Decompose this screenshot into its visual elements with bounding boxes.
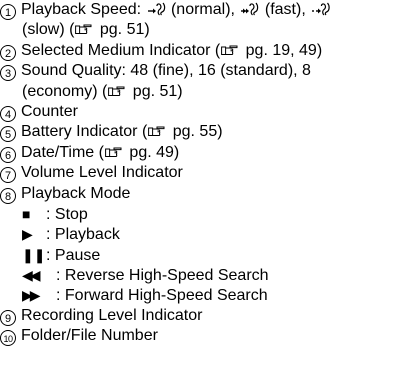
item-text: pg. 55) bbox=[168, 123, 223, 141]
pointing-hand-icon bbox=[221, 45, 238, 55]
playback-mode-label: : Stop bbox=[46, 205, 88, 223]
legend-list: 1 Playback Speed: (normal), (fast), (slow… bbox=[0, 0, 415, 347]
speed-fast-icon bbox=[241, 2, 259, 16]
legend-item-6: 6 Date/Time ( pg. 49) bbox=[0, 143, 415, 163]
item-text: (economy) ( bbox=[22, 82, 108, 100]
pointing-hand-icon bbox=[75, 24, 92, 35]
pointing-hand-icon bbox=[105, 147, 122, 157]
pause-icon: ❚❚ bbox=[22, 246, 46, 263]
legend-item-4: 4 Counter bbox=[0, 102, 415, 122]
legend-item-9: 9 Recording Level Indicator bbox=[0, 306, 415, 326]
playback-mode-label: : Playback bbox=[46, 226, 120, 244]
item-text: (slow) ( bbox=[22, 21, 75, 39]
legend-item-1-cont: (slow) ( pg. 51) bbox=[0, 20, 415, 40]
item-number: 8 bbox=[0, 187, 16, 204]
playback-mode-reverse: ◀◀ : Reverse High-Speed Search bbox=[0, 265, 415, 285]
playback-mode-play: ▶ : Playback bbox=[0, 224, 415, 244]
stop-icon: ■ bbox=[22, 205, 31, 222]
item-number: 9 bbox=[0, 309, 16, 326]
legend-item-10: 10 Folder/File Number bbox=[0, 326, 415, 347]
rewind-icon: ◀◀ bbox=[22, 267, 41, 284]
item-number: 10 bbox=[0, 330, 16, 347]
playback-mode-label: : Reverse High-Speed Search bbox=[56, 267, 269, 285]
item-text: Counter bbox=[21, 102, 78, 120]
legend-item-7: 7 Volume Level Indicator bbox=[0, 163, 415, 184]
item-text: pg. 49) bbox=[124, 143, 180, 161]
item-number: 6 bbox=[0, 146, 16, 163]
item-text: Date/Time ( bbox=[21, 143, 104, 161]
item-text: (normal), bbox=[166, 1, 240, 18]
speed-slow-icon bbox=[312, 2, 330, 16]
item-number: 7 bbox=[0, 167, 16, 184]
item-number: 4 bbox=[0, 105, 16, 122]
legend-item-8: 8 Playback Mode bbox=[0, 184, 415, 204]
item-text: Battery Indicator ( bbox=[21, 123, 148, 141]
speed-normal-icon bbox=[147, 2, 165, 16]
legend-item-2: 2 Selected Medium Indicator ( pg. 19, 49) bbox=[0, 41, 415, 61]
playback-mode-pause: ❚❚: Pause bbox=[0, 245, 415, 265]
pointing-hand-icon bbox=[108, 86, 125, 96]
item-text: Volume Level Indicator bbox=[21, 164, 183, 182]
item-number: 1 bbox=[0, 4, 16, 20]
item-text: (fast), bbox=[260, 1, 311, 18]
item-text: Playback Speed: bbox=[21, 1, 146, 18]
item-text: Folder/File Number bbox=[21, 327, 158, 345]
item-text: Playback Mode bbox=[21, 184, 131, 202]
item-number: 5 bbox=[0, 126, 16, 143]
playback-mode-label: : Forward High-Speed Search bbox=[56, 287, 268, 305]
item-text: pg. 51) bbox=[95, 21, 150, 39]
playback-mode-forward: ▶▶ : Forward High-Speed Search bbox=[0, 285, 415, 305]
item-text: pg. 19, 49) bbox=[241, 41, 323, 59]
item-text: Recording Level Indicator bbox=[21, 306, 203, 324]
fast-forward-icon: ▶▶ bbox=[22, 287, 41, 304]
legend-item-1: 1 Playback Speed: (normal), (fast), bbox=[0, 0, 415, 20]
pointing-hand-icon bbox=[148, 126, 165, 137]
item-number: 2 bbox=[0, 44, 16, 61]
legend-item-3: 3 Sound Quality: 48 (fine), 16 (standard)… bbox=[0, 61, 415, 82]
legend-item-3-cont: (economy) ( pg. 51) bbox=[0, 82, 415, 102]
item-text: Sound Quality: 48 (fine), 16 (standard),… bbox=[21, 62, 311, 80]
item-text: pg. 51) bbox=[128, 82, 183, 100]
playback-mode-stop: ■ : Stop bbox=[0, 204, 415, 224]
item-number: 3 bbox=[0, 65, 16, 82]
play-icon: ▶ bbox=[22, 226, 33, 243]
legend-item-5: 5 Battery Indicator ( pg. 55) bbox=[0, 122, 415, 143]
item-text: Selected Medium Indicator ( bbox=[21, 41, 221, 59]
playback-mode-label: : Pause bbox=[46, 246, 101, 264]
